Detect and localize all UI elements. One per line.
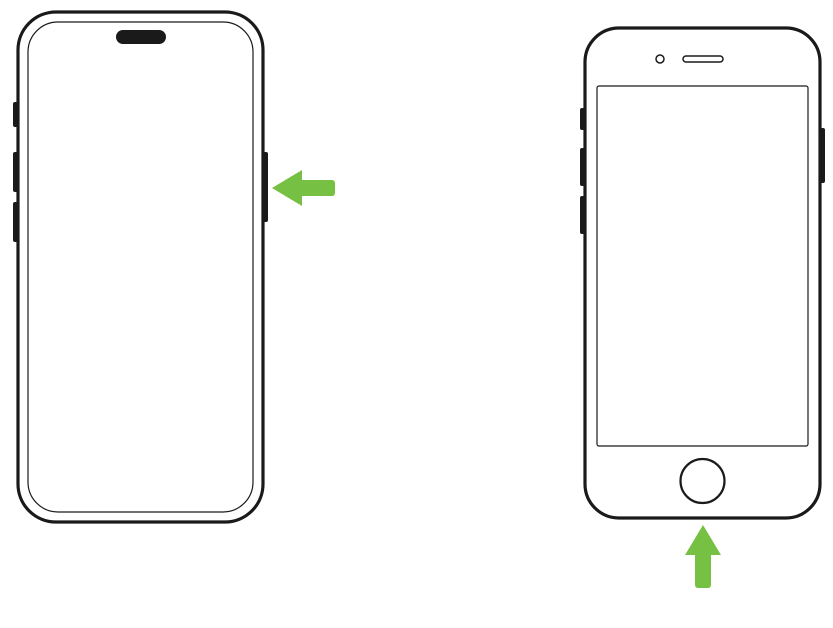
side-button (263, 152, 268, 222)
home-button (681, 459, 725, 503)
diagram-canvas (0, 0, 833, 628)
arrow-up-icon (673, 525, 733, 605)
iphone-home-button (575, 18, 833, 578)
iphone-face-id (8, 2, 298, 562)
arrow-left-icon (272, 158, 352, 218)
